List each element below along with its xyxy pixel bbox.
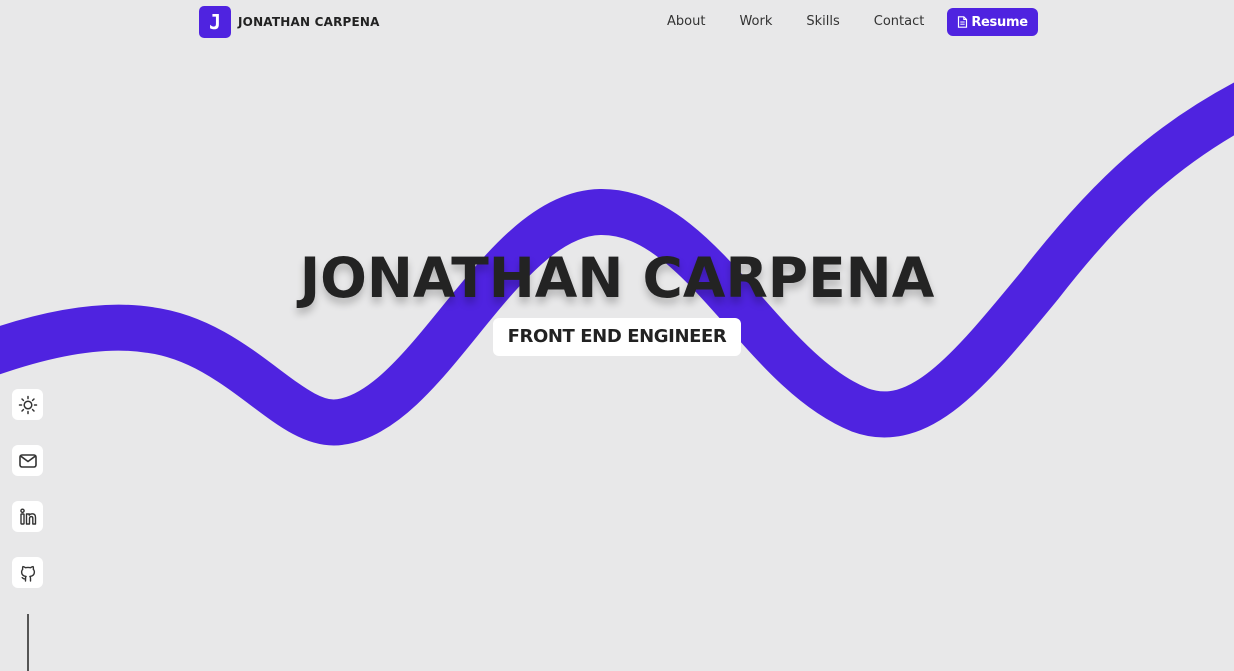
brand-link[interactable]: J JONATHAN CARPENA [199,6,380,38]
nav-work[interactable]: Work [722,8,789,36]
nav-skills[interactable]: Skills [789,8,856,36]
brand-logo: J [199,6,231,38]
mail-icon [18,453,37,468]
side-divider-line [27,614,29,671]
hero-subtitle-wrap: FRONT END ENGINEER [0,318,1234,356]
resume-button[interactable]: Resume [947,8,1038,36]
site-header: J JONATHAN CARPENA About Work Skills Con… [0,0,1234,46]
nav-about[interactable]: About [650,8,722,36]
sun-icon [18,395,37,414]
main-nav: About Work Skills Contact Resume [650,8,1038,36]
resume-label: Resume [971,14,1028,30]
side-social-bar [12,389,43,613]
linkedin-button[interactable] [12,501,43,532]
theme-toggle-button[interactable] [12,389,43,420]
github-icon [20,565,35,582]
page: J JONATHAN CARPENA About Work Skills Con… [0,0,1234,671]
linkedin-icon [19,507,36,525]
document-icon [958,16,968,28]
email-button[interactable] [12,445,43,476]
nav-contact[interactable]: Contact [857,8,942,36]
hero-title: JONATHAN CARPENA [299,246,935,310]
hero-subtitle: FRONT END ENGINEER [492,318,742,356]
brand-name: JONATHAN CARPENA [238,15,380,29]
github-button[interactable] [12,557,43,588]
